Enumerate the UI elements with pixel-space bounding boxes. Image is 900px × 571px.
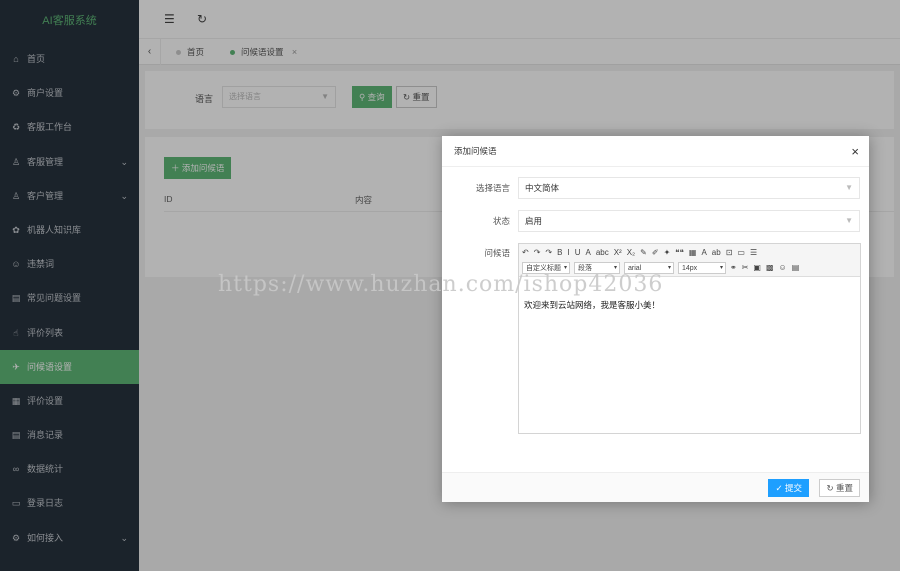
toolbar-row-2-icons: ⚭ ✂ ▣ ▩ ☺ ▤ [730,261,804,275]
font-size-dropdown[interactable]: 14px ▾ [678,262,726,274]
toolbar-button-icon[interactable]: ❝❝ [675,246,684,260]
greeting-label: 问候语 [484,248,510,258]
submit-button[interactable]: ✓ 提交 [768,479,809,497]
toolbar-button-icon[interactable]: ▣ [753,261,761,275]
toolbar-button-icon[interactable]: ✎ [640,246,647,260]
close-icon[interactable]: × [851,136,859,167]
check-icon: ✓ [775,483,783,493]
toolbar-button-icon[interactable]: ⊡ [726,246,733,260]
toolbar-button-icon[interactable]: ↷ [545,246,552,260]
toolbar-button-icon[interactable]: X₂ [627,246,635,260]
chevron-down-icon: ▼ [845,216,853,225]
toolbar-button-icon[interactable]: ☰ [750,246,757,260]
language-select-value: 中文简体 [525,183,560,193]
toolbar-button-icon[interactable]: A [701,246,706,260]
language-select[interactable]: 中文简体 ▼ [518,177,860,199]
font-family-value: arial [628,265,642,272]
toolbar-button-icon[interactable]: ✐ [652,246,659,260]
status-label: 状态 [492,216,510,226]
toolbar-button-icon[interactable]: ↷ [534,246,541,260]
toolbar-button-icon[interactable]: X² [614,246,622,260]
toolbar-button-icon[interactable]: A [585,246,590,260]
chevron-down-icon: ▾ [719,265,723,271]
submit-button-label: 提交 [784,483,802,493]
status-select-value: 启用 [525,216,543,226]
watermark: https://www.huzhan.com/ishop42036 [218,272,664,297]
toolbar-button-icon[interactable]: ▦ [689,246,697,260]
toolbar-button-icon[interactable]: abc [596,246,609,260]
toolbar-button-icon[interactable]: ▭ [737,246,745,260]
toolbar-button-icon[interactable]: ▤ [792,261,800,275]
chevron-down-icon: ▼ [845,183,853,192]
paragraph-format-value: 自定义标题 [526,265,561,272]
refresh-icon: ↻ [826,483,834,493]
toolbar-button-icon[interactable]: ✂ [742,261,749,275]
toolbar-button-icon[interactable]: ✦ [664,246,671,260]
toolbar-row-1: ↶ ↷ ↷ B I U Aabc X² X₂ ✎ ✐ ✦ ❝❝ ▦ Aab ⊡ ▭ ☰ [522,246,762,260]
editor-content[interactable]: 欢迎来到云站网络，我是客服小美！ [524,299,660,311]
toolbar-button-icon[interactable]: ☺ [779,261,787,275]
paragraph-value: 段落 [578,265,592,272]
status-select[interactable]: 启用 ▼ [518,210,860,232]
modal-title: 添加问候语 [454,146,497,156]
modal-reset-button[interactable]: ↻ 重置 [819,479,860,497]
toolbar-button-icon[interactable]: I [567,246,569,260]
toolbar-button-icon[interactable]: ↶ [522,246,529,260]
modal-footer: ✓ 提交 ↻ 重置 [442,472,869,502]
font-size-value: 14px [682,265,698,272]
language-label: 选择语言 [475,183,510,193]
toolbar-button-icon[interactable]: ab [712,246,721,260]
modal-header: 添加问候语 × [442,136,869,167]
toolbar-button-icon[interactable]: B [557,246,562,260]
chevron-down-icon: ▾ [667,265,671,271]
modal-reset-button-label: 重置 [835,483,853,493]
toolbar-button-icon[interactable]: ▩ [766,261,774,275]
toolbar-button-icon[interactable]: ⚭ [730,261,737,275]
add-greeting-modal: 添加问候语 × 选择语言 中文简体 ▼ 状态 启用 ▼ 问候语 ↶ ↷ ↷ B I U Aa… [442,136,869,502]
toolbar-button-icon[interactable]: U [575,246,581,260]
